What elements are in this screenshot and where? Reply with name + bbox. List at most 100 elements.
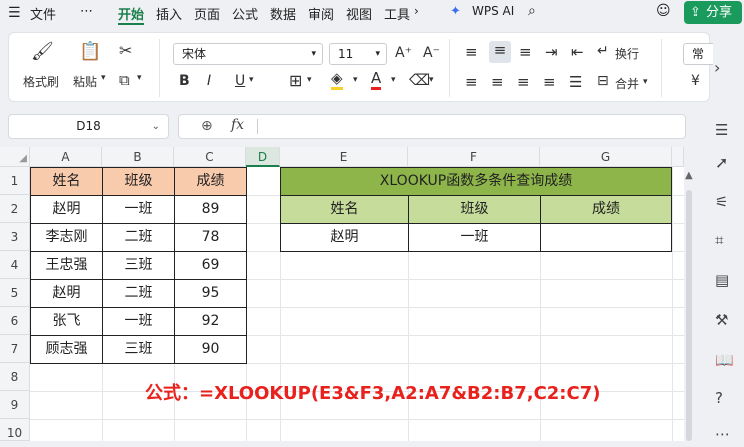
cell-c5[interactable]: 95 [174, 279, 247, 308]
menu-lines-icon[interactable]: ☰ [715, 121, 728, 139]
adjust-sliders-icon[interactable]: ⚟ [715, 193, 728, 211]
row-header-10[interactable]: 10 [0, 419, 30, 441]
merge-icon[interactable]: ⊟ [597, 73, 609, 89]
paste-icon[interactable]: 📋 [79, 41, 101, 62]
column-header-g[interactable]: G [540, 147, 672, 167]
help-icon[interactable]: ? [715, 389, 723, 407]
chevron-down-icon[interactable]: ▾ [353, 75, 358, 85]
wrap-icon[interactable]: ↵ [597, 43, 609, 59]
italic-button[interactable]: I [207, 73, 211, 89]
chevron-down-icon[interactable]: ▾ [643, 77, 648, 87]
column-header-h[interactable] [672, 147, 684, 167]
scroll-up-icon[interactable]: ▲ [685, 170, 693, 181]
chevron-right-icon[interactable]: › [414, 4, 419, 18]
distribute-icon[interactable]: ☰ [569, 73, 582, 91]
row-header-4[interactable]: 4 [0, 251, 30, 279]
zoom-icon[interactable]: ⊕ [201, 118, 213, 134]
book-icon[interactable]: 📖 [715, 351, 734, 369]
search-icon[interactable]: ⌕ [528, 3, 536, 19]
tab-view[interactable]: 视图 [346, 4, 372, 23]
cell-a7[interactable]: 顾志强 [30, 335, 103, 364]
border-icon[interactable]: ⊞ [289, 71, 302, 90]
cell-b2[interactable]: 一班 [102, 195, 175, 224]
column-header-a[interactable]: A [30, 147, 102, 167]
wrap-button[interactable]: 换行 [615, 45, 639, 62]
fill-color-icon[interactable]: ◈ [331, 69, 343, 90]
tab-tools[interactable]: 工具 [384, 4, 410, 23]
align-top-icon[interactable]: ≡ [465, 43, 478, 61]
cell-a6[interactable]: 张飞 [30, 307, 103, 336]
font-size-select[interactable]: 11 ▾ [329, 43, 387, 65]
tab-insert[interactable]: 插入 [156, 4, 182, 23]
tab-formula[interactable]: 公式 [232, 4, 258, 23]
chevron-down-icon[interactable]: ▾ [137, 73, 142, 83]
outdent-icon[interactable]: ⇤ [571, 43, 584, 61]
cell-b5[interactable]: 二班 [102, 279, 175, 308]
cell-e3[interactable]: 赵明 [280, 223, 409, 252]
cell-c7[interactable]: 90 [174, 335, 247, 364]
cell-a4[interactable]: 王忠强 [30, 251, 103, 280]
column-header-f[interactable]: F [408, 147, 540, 167]
cell-b4[interactable]: 三班 [102, 251, 175, 280]
row-header-5[interactable]: 5 [0, 279, 30, 307]
share-button[interactable]: ⇪ 分享 [684, 1, 742, 24]
menu-more[interactable]: ⋯ [80, 4, 93, 19]
name-box[interactable]: D18 ⌄ [8, 114, 169, 139]
row-header-8[interactable]: 8 [0, 363, 30, 391]
spreadsheet-grid[interactable]: ◢ A B C D E F G 1 2 3 4 5 6 7 8 9 10 姓名 … [0, 147, 684, 441]
menu-file[interactable]: 文件 [30, 4, 56, 23]
corner-select-all[interactable]: ◢ [0, 147, 30, 167]
currency-button[interactable]: ¥ [691, 73, 700, 89]
ribbon-expand-chevron-icon[interactable]: › [714, 58, 720, 77]
paste-button[interactable]: 粘贴 [73, 73, 97, 90]
column-header-d[interactable]: D [246, 147, 280, 167]
tab-home[interactable]: 开始 [118, 4, 144, 23]
align-middle-icon[interactable]: ≡ [489, 41, 511, 63]
font-name-select[interactable]: 宋体 ▾ [173, 43, 323, 65]
row-header-6[interactable]: 6 [0, 307, 30, 335]
crop-icon[interactable]: ⌗ [715, 231, 723, 249]
chevron-down-icon[interactable]: ▾ [249, 75, 254, 85]
cell-f3[interactable]: 一班 [408, 223, 541, 252]
cell-c4[interactable]: 69 [174, 251, 247, 280]
bold-button[interactable]: B [179, 73, 190, 89]
cell-c3[interactable]: 78 [174, 223, 247, 252]
font-grow-button[interactable]: A⁺ [395, 45, 412, 61]
format-painter-icon[interactable]: 🖌 [31, 41, 54, 62]
font-color-button[interactable]: A [371, 69, 382, 90]
font-shrink-button[interactable]: A⁻ [423, 45, 440, 61]
cell-a1[interactable]: 姓名 [30, 167, 103, 196]
merge-button[interactable]: 合并 [615, 75, 639, 92]
formula-input[interactable]: ⊕ fx [178, 114, 686, 139]
cell-g2[interactable]: 成绩 [540, 195, 672, 224]
cell-c2[interactable]: 89 [174, 195, 247, 224]
align-left-icon[interactable]: ≡ [465, 73, 478, 91]
cell-b1[interactable]: 班级 [102, 167, 175, 196]
cell-g3[interactable] [540, 223, 672, 252]
copy-icon[interactable]: ⧉ [119, 71, 130, 89]
cell-b6[interactable]: 一班 [102, 307, 175, 336]
format-painter-button[interactable]: 格式刷 [23, 73, 59, 90]
align-center-icon[interactable]: ≡ [491, 73, 504, 91]
underline-button[interactable]: U [235, 73, 245, 89]
comment-icon[interactable]: ☺ [656, 3, 671, 19]
eraser-icon[interactable]: ⌫ [409, 71, 430, 89]
chevron-down-icon[interactable]: ▾ [307, 75, 312, 85]
align-bottom-icon[interactable]: ≡ [519, 43, 532, 61]
align-right-icon[interactable]: ≡ [517, 73, 530, 91]
cell-f2[interactable]: 班级 [408, 195, 541, 224]
row-header-7[interactable]: 7 [0, 335, 30, 363]
calculator-icon[interactable]: ▤ [715, 271, 729, 289]
hamburger-icon[interactable]: ☰ [8, 5, 21, 21]
wps-ai-button[interactable]: WPS AI [472, 4, 514, 18]
indent-icon[interactable]: ⇥ [545, 43, 558, 61]
column-header-c[interactable]: C [174, 147, 246, 167]
vertical-scrollbar[interactable] [686, 190, 692, 441]
row-header-2[interactable]: 2 [0, 195, 30, 223]
tab-data[interactable]: 数据 [270, 4, 296, 23]
row-header-1[interactable]: 1 [0, 167, 30, 195]
tab-page[interactable]: 页面 [194, 4, 220, 23]
cursor-select-icon[interactable]: ➚ [715, 153, 728, 172]
tab-review[interactable]: 审阅 [308, 4, 334, 23]
chevron-down-icon[interactable]: ▾ [101, 73, 106, 83]
